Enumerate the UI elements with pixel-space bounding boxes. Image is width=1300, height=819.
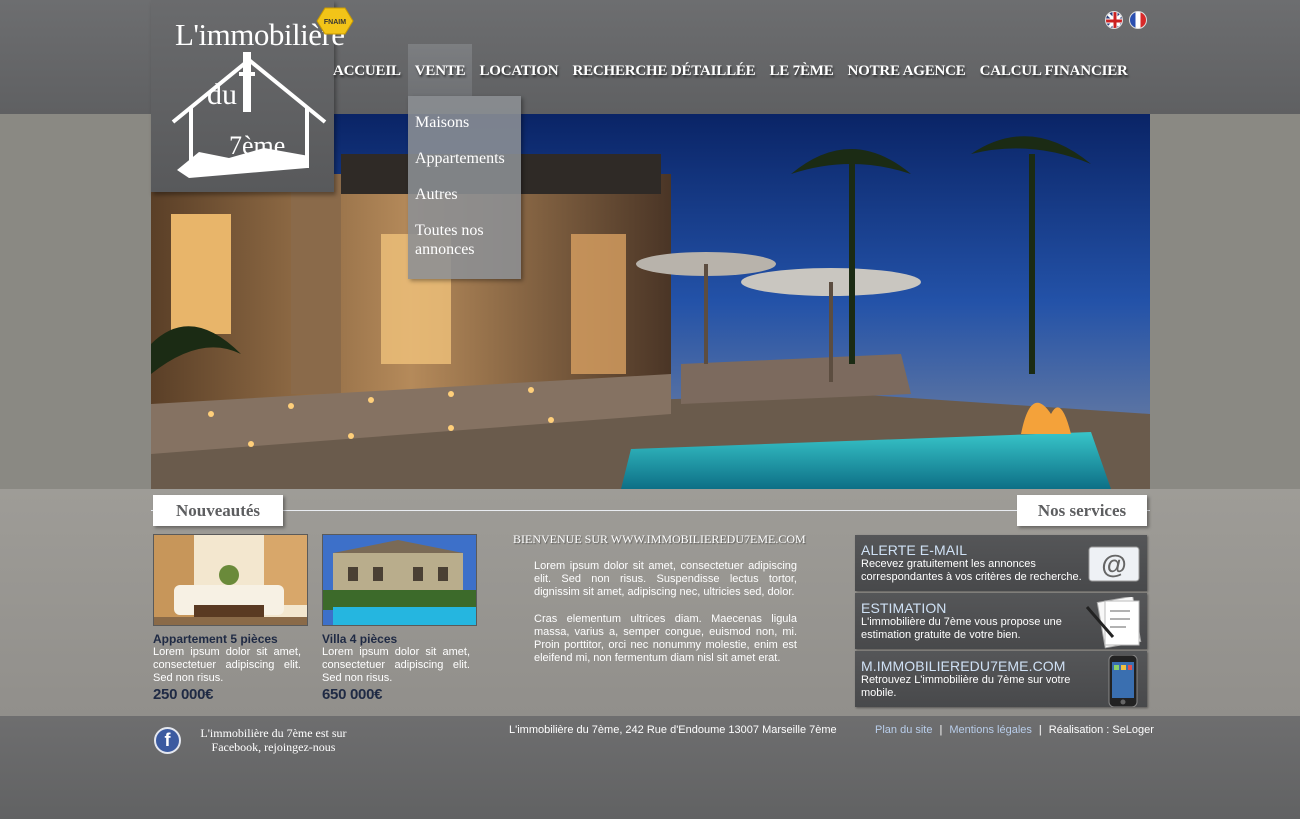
dropdown-maisons[interactable]: Maisons (415, 113, 521, 132)
section-divider (151, 510, 1150, 511)
legal-link[interactable]: Mentions légales (949, 724, 1032, 736)
document-pen-icon (1085, 597, 1142, 649)
smartphone-icon (1108, 655, 1138, 707)
nouveautes-heading: Nouveautés (153, 495, 283, 526)
service-mobile-site[interactable]: M.IMMOBILIEREDU7EME.COM Retrouvez L'immo… (855, 651, 1147, 707)
service-title: M.IMMOBILIEREDU7EME.COM (861, 658, 1066, 674)
listing-title[interactable]: Appartement 5 pièces (153, 632, 308, 646)
nav-recherche[interactable]: RECHERCHE DÉTAILLÉE (565, 44, 762, 96)
english-flag-icon[interactable] (1105, 11, 1123, 29)
listing-card[interactable]: Villa 4 pièces Lorem ipsum dolor sit ame… (322, 534, 477, 703)
footer-address: L'immobilière du 7ème, 242 Rue d'Endoume… (509, 724, 837, 736)
service-title: ESTIMATION (861, 600, 947, 616)
dropdown-toutes-annonces[interactable]: Toutes nos annonces (415, 221, 521, 259)
listing-description: Lorem ipsum dolor sit amet, consectetuer… (322, 646, 470, 684)
service-email-alert[interactable]: ALERTE E-MAIL Recevez gratuitement les a… (855, 535, 1147, 591)
service-description: Retrouvez L'immobilière du 7ème sur votr… (861, 674, 1071, 699)
welcome-paragraph-2: Cras elementum ultrices diam. Maecenas l… (534, 613, 797, 664)
sitemap-link[interactable]: Plan du site (875, 724, 932, 736)
house-logo-icon: du 7ème (171, 52, 327, 178)
listing-price: 250 000€ (153, 686, 214, 703)
service-description: L'immobilière du 7ème vous propose une e… (861, 616, 1062, 641)
listing-title[interactable]: Villa 4 pièces (322, 632, 477, 646)
logo-du: du (207, 78, 237, 111)
listing-price: 650 000€ (322, 686, 383, 703)
footer-links: Plan du site | Mentions légales | Réalisatio… (875, 724, 1154, 736)
welcome-paragraph-1: Lorem ipsum dolor sit amet, consectetuer… (534, 560, 797, 598)
nav-accueil[interactable]: ACCUEIL (333, 44, 408, 96)
site-logo[interactable]: L'immobilière du 7ème (151, 0, 345, 192)
facebook-icon[interactable]: f (154, 727, 181, 754)
dropdown-appartements[interactable]: Appartements (415, 149, 521, 168)
dropdown-autres[interactable]: Autres (415, 185, 521, 204)
main-nav: ACCUEIL VENTE LOCATION RECHERCHE DÉTAILL… (333, 44, 1135, 96)
fnaim-badge: FNAIM (316, 7, 354, 35)
credit-text: Réalisation : SeLoger (1048, 724, 1154, 736)
nav-location[interactable]: LOCATION (472, 44, 565, 96)
nav-notre-agence[interactable]: NOTRE AGENCE (841, 44, 973, 96)
nav-calcul-financier[interactable]: CALCUL FINANCIER (973, 44, 1135, 96)
fnaim-label: FNAIM (324, 19, 346, 26)
listing-photo[interactable] (322, 534, 477, 626)
email-icon: @ (1088, 546, 1140, 582)
service-title: ALERTE E-MAIL (861, 542, 968, 558)
service-estimation[interactable]: ESTIMATION L'immobilière du 7ème vous pr… (855, 593, 1147, 649)
listing-card[interactable]: Appartement 5 pièces Lorem ipsum dolor s… (153, 534, 308, 703)
listing-photo[interactable] (153, 534, 308, 626)
svg-text:@: @ (1101, 549, 1126, 579)
logo-7eme: 7ème (229, 131, 285, 160)
vente-dropdown: Maisons Appartements Autres Toutes nos a… (408, 96, 521, 279)
listing-description: Lorem ipsum dolor sit amet, consectetuer… (153, 646, 301, 684)
services-heading: Nos services (1017, 495, 1147, 526)
welcome-title: BIENVENUE SUR WWW.IMMOBILIEREDU7EME.COM (513, 532, 806, 546)
service-description: Recevez gratuitement les annonces corres… (861, 558, 1082, 583)
french-flag-icon[interactable] (1129, 11, 1147, 29)
nav-le-7eme[interactable]: LE 7ÈME (763, 44, 841, 96)
facebook-link[interactable]: L'immobilière du 7ème est sur Facebook, … (186, 726, 361, 754)
nav-vente[interactable]: VENTE (407, 44, 473, 96)
